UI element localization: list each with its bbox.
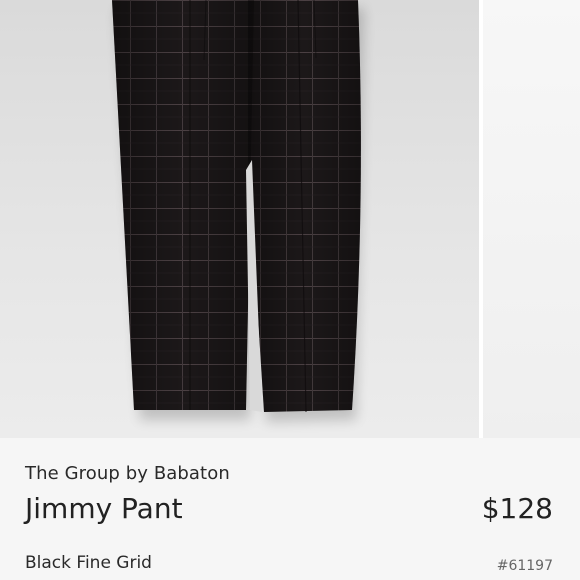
product-name: Jimmy Pant <box>25 492 183 525</box>
product-brand: The Group by Babaton <box>25 463 230 484</box>
product-sku: #61197 <box>496 558 553 574</box>
product-image-main[interactable] <box>0 0 479 438</box>
product-image-gallery[interactable] <box>0 0 580 438</box>
product-variant: Black Fine Grid <box>25 553 152 573</box>
pants-image <box>112 0 364 422</box>
product-image-next[interactable] <box>483 0 580 438</box>
product-price: $128 <box>481 492 553 525</box>
